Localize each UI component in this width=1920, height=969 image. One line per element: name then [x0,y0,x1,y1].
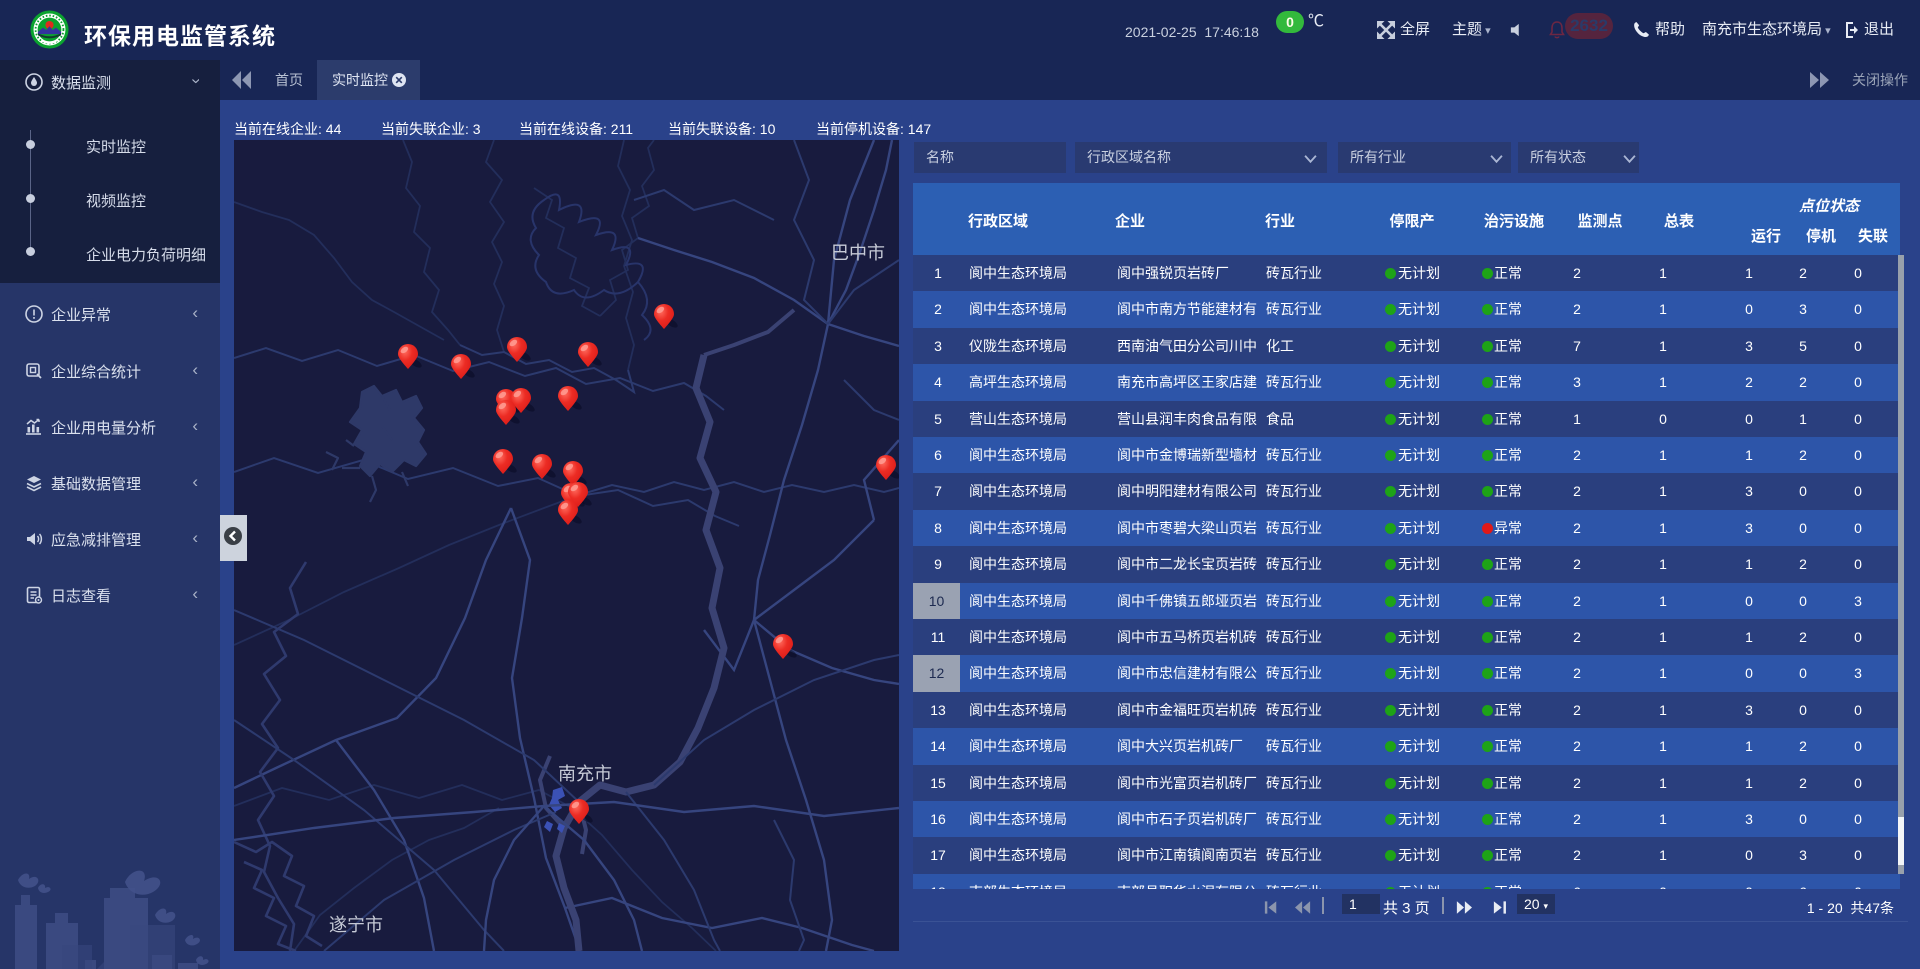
svg-text:巴中市: 巴中市 [831,239,885,265]
svg-text:遂宁市: 遂宁市 [329,911,383,937]
svg-text:南充市: 南充市 [558,760,612,786]
